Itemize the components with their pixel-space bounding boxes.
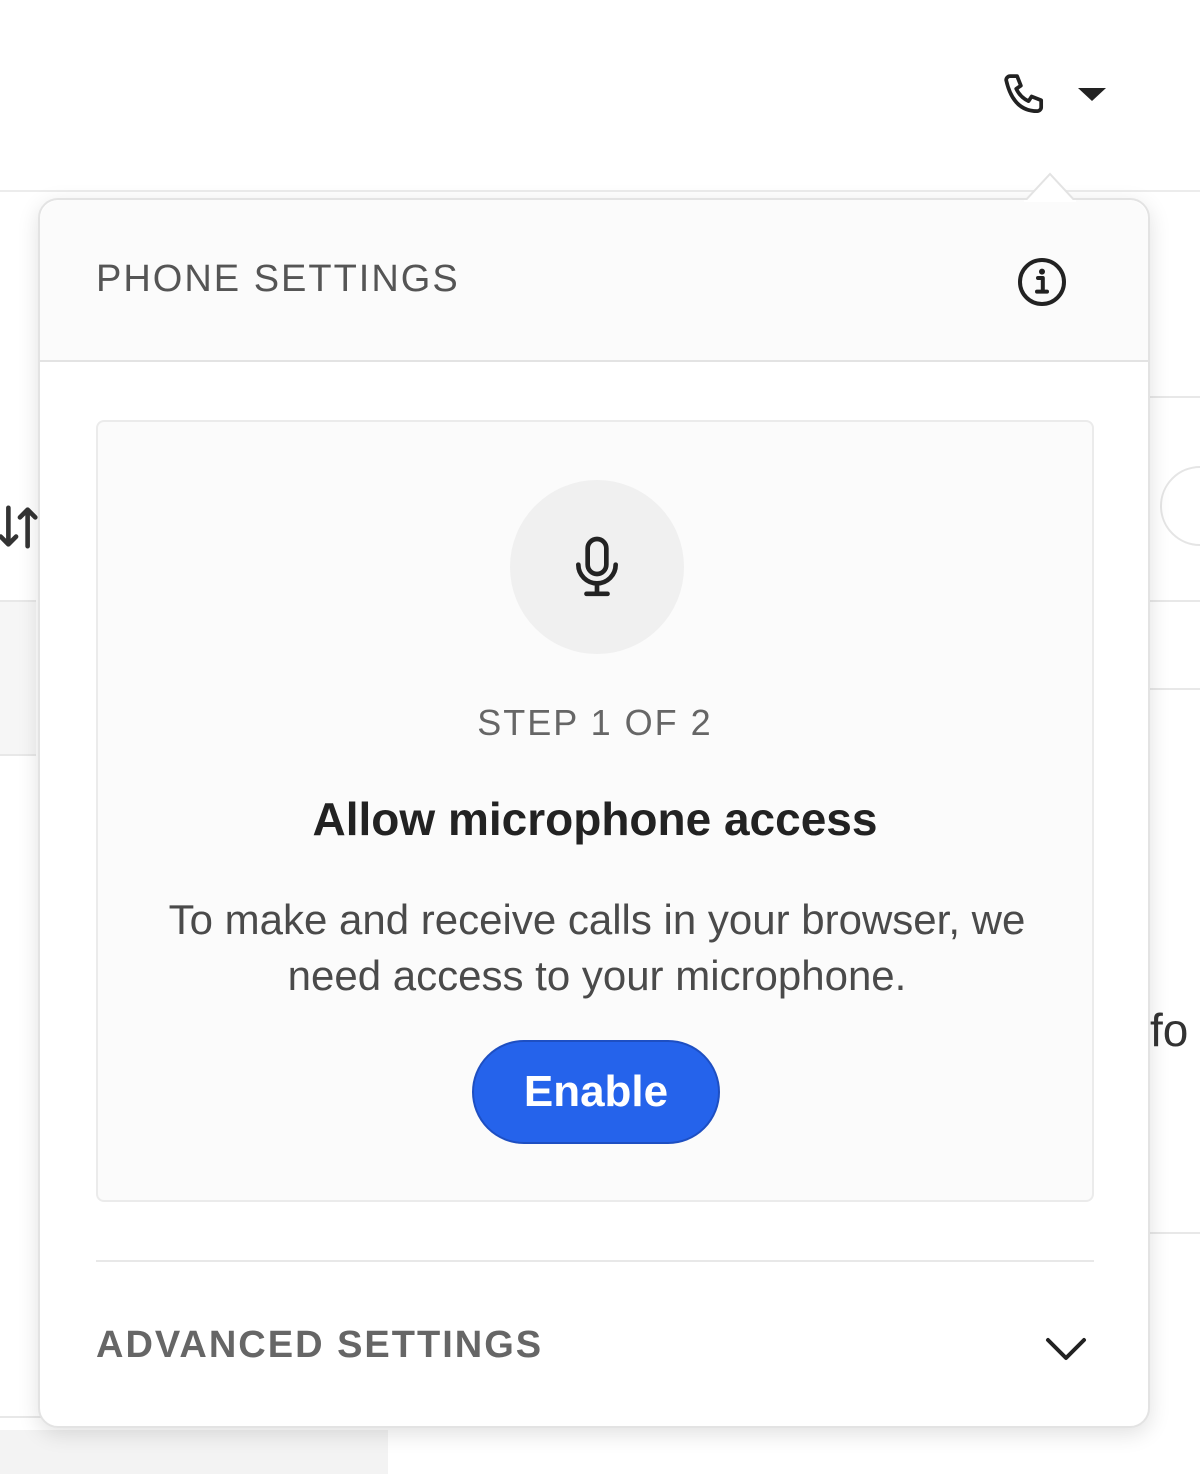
background-divider xyxy=(1150,688,1200,690)
page: fo PHONE SETTINGS STEP 1 OF 2 Allow micr… xyxy=(0,0,1200,1474)
background-divider xyxy=(1150,396,1200,398)
sort-icon xyxy=(0,505,38,549)
phone-menu-button[interactable] xyxy=(990,60,1120,130)
phone-icon xyxy=(1004,74,1044,114)
background-strip xyxy=(0,1430,388,1474)
background-divider xyxy=(1150,600,1200,602)
advanced-settings-label: ADVANCED SETTINGS xyxy=(96,1324,544,1366)
step-indicator: STEP 1 OF 2 xyxy=(477,702,713,743)
section-divider xyxy=(96,1260,1094,1262)
top-bar-divider xyxy=(0,190,1200,192)
popover-title: PHONE SETTINGS xyxy=(96,258,460,300)
background-text: fo xyxy=(1150,1004,1189,1056)
phone-settings-popover: PHONE SETTINGS STEP 1 OF 2 Allow microph… xyxy=(38,198,1150,1428)
enable-button[interactable]: Enable xyxy=(472,1040,720,1144)
info-icon[interactable] xyxy=(1016,256,1068,308)
microphone-badge xyxy=(510,480,684,654)
background-divider xyxy=(0,754,36,756)
chevron-down-icon xyxy=(1046,1338,1086,1360)
step-heading: Allow microphone access xyxy=(312,793,878,845)
caret-down-icon xyxy=(1078,88,1106,101)
microphone-step-card: STEP 1 OF 2 Allow microphone access To m… xyxy=(96,420,1094,1202)
background-divider xyxy=(1150,1232,1200,1234)
microphone-icon xyxy=(576,536,618,597)
popover-arrow xyxy=(1024,172,1076,202)
popover-header: PHONE SETTINGS xyxy=(40,200,1148,362)
background-panel xyxy=(0,602,36,754)
background-pill xyxy=(1160,466,1200,546)
step-description: To make and receive calls in your browse… xyxy=(168,896,1026,999)
advanced-settings-toggle[interactable]: ADVANCED SETTINGS xyxy=(96,1300,1094,1394)
